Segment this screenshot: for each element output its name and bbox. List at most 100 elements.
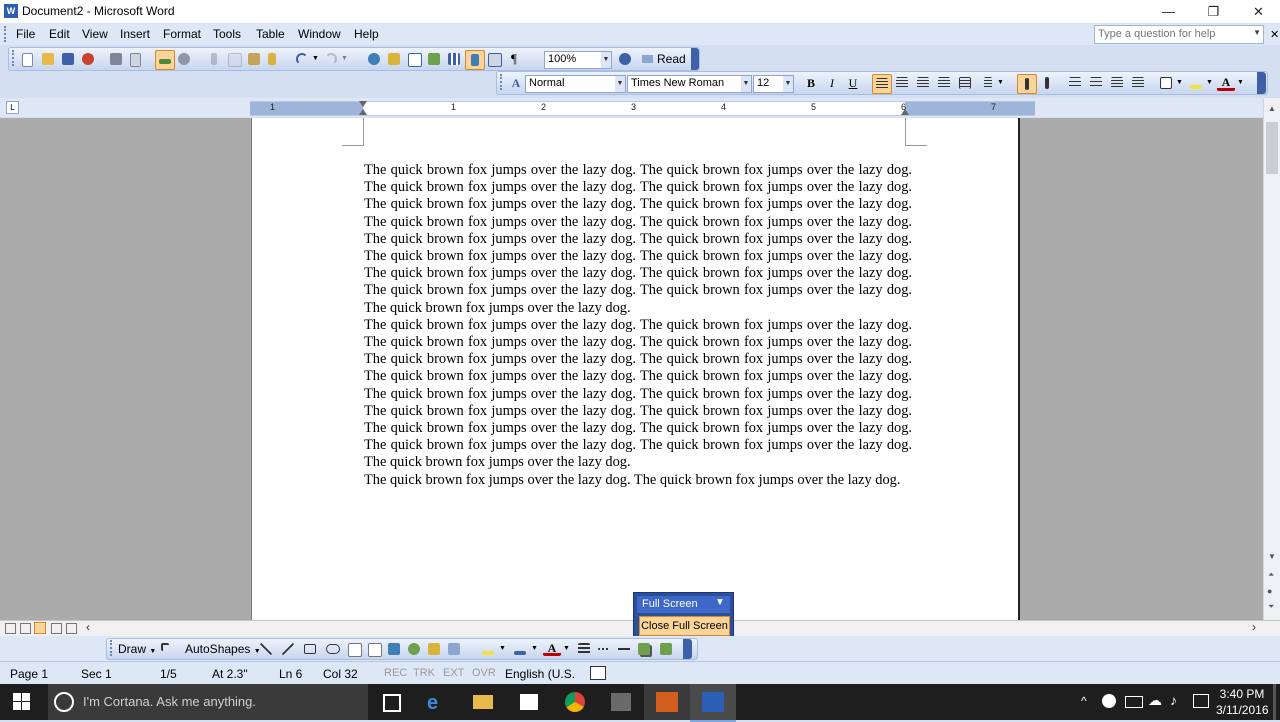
highlight-dropdown-icon[interactable]: ▼ [1206,79,1213,86]
ltr-text-icon[interactable] [1017,74,1037,94]
styles-formatting-icon[interactable]: A [507,74,525,92]
battery-icon[interactable] [1125,696,1143,708]
increase-indent-icon[interactable] [1129,74,1147,92]
menu-table[interactable]: Table [256,27,285,41]
toolbar-options-icon[interactable] [683,639,692,659]
autoshapes-menu-button[interactable]: AutoShapes ▼ [185,642,261,656]
menu-grip[interactable] [4,26,9,42]
format-painter-icon[interactable] [265,50,283,68]
copy-icon[interactable] [225,50,243,68]
close-document-icon[interactable]: ✕ [1270,28,1279,41]
menu-view[interactable]: View [82,27,108,41]
close-button[interactable]: ✕ [1236,0,1280,23]
document-paragraph[interactable]: The quick brown fox jumps over the lazy … [364,472,912,489]
horizontal-ruler[interactable]: 1 1 2 3 4 5 6 7 [250,101,1035,116]
media-app-icon[interactable] [598,684,644,720]
picture-icon[interactable] [445,640,463,658]
powerpoint-icon[interactable] [644,684,690,720]
scroll-down-icon[interactable]: ▼ [1268,552,1276,561]
scroll-up-icon[interactable]: ▲ [1268,104,1276,113]
scroll-thumb[interactable] [1266,122,1278,174]
menu-insert[interactable]: Insert [120,27,150,41]
status-trk[interactable]: TRK [413,667,435,679]
status-rec[interactable]: REC [384,667,407,679]
hyperlink-icon[interactable] [365,50,383,68]
print-icon[interactable] [107,50,125,68]
status-ext[interactable]: EXT [443,667,464,679]
zoom-combo[interactable]: 100% ▼ [544,51,612,69]
fill-color-icon[interactable] [479,640,497,658]
shadow-style-icon[interactable] [635,640,653,658]
clip-art-icon[interactable] [425,640,443,658]
rtl-text-icon[interactable] [1038,74,1056,92]
normal-view-icon[interactable] [5,623,16,634]
font-combo[interactable]: Times New Roman ▼ [627,75,752,93]
diagram-icon[interactable] [405,640,423,658]
tray-app-icon[interactable] [1102,694,1116,708]
previous-page-icon[interactable]: ⏶ [1268,570,1274,580]
draw-menu-button[interactable]: Draw ▼ [118,642,156,656]
chevron-down-icon[interactable]: ▼ [783,76,793,92]
distributed-icon[interactable] [956,74,974,92]
show-hide-icon[interactable]: ¶ [505,50,523,68]
keyboard-icon[interactable] [1193,694,1209,708]
align-center-icon[interactable] [893,74,911,92]
menu-window[interactable]: Window [298,27,341,41]
undo-dropdown-icon[interactable]: ▼ [312,55,319,62]
save-icon[interactable] [59,50,77,68]
bullets-icon[interactable] [1087,74,1105,92]
minimize-button[interactable]: — [1146,0,1191,23]
undo-icon[interactable] [293,50,311,68]
chevron-down-icon[interactable]: ▼ [615,76,625,92]
drawing-icon[interactable] [465,50,485,70]
outline-view-icon[interactable] [51,623,62,634]
italic-button[interactable]: I [823,74,841,92]
menu-help[interactable]: Help [354,27,379,41]
select-browse-object-icon[interactable]: ● [1267,586,1272,596]
redo-dropdown-icon[interactable]: ▼ [341,55,348,62]
help-icon[interactable] [616,50,634,68]
chevron-down-icon[interactable]: ▼ [741,76,751,92]
justify-icon[interactable] [935,74,953,92]
numbering-icon[interactable] [1066,74,1084,92]
word-app-icon[interactable]: W [4,4,18,18]
font-color-icon[interactable]: A [543,639,561,656]
chevron-down-icon[interactable]: ▼ [1253,28,1261,37]
scroll-left-icon[interactable]: ‹ [86,620,90,634]
3d-style-icon[interactable] [657,640,675,658]
tab-selector-icon[interactable]: L [6,101,19,114]
close-full-screen-button[interactable]: Close Full Screen [639,616,730,636]
next-page-icon[interactable]: ⏷ [1268,602,1274,612]
document-paragraph[interactable]: The quick brown fox jumps over the lazy … [364,162,912,317]
word-taskbar-icon[interactable] [690,684,736,722]
menu-edit[interactable]: Edit [49,27,70,41]
document-body[interactable]: The quick brown fox jumps over the lazy … [364,162,912,489]
permission-icon[interactable] [79,50,97,68]
file-explorer-icon[interactable] [460,684,506,720]
clock-time[interactable]: 3:40 PM [1218,687,1266,701]
dash-style-icon[interactable] [595,640,613,658]
document-map-icon[interactable] [485,50,503,68]
font-size-combo[interactable]: 12 ▼ [753,75,794,93]
scroll-right-icon[interactable]: › [1252,620,1256,634]
toolbar-grip[interactable] [12,50,17,66]
insert-excel-icon[interactable] [425,50,443,68]
toolbar-options-icon[interactable] [691,48,699,70]
rectangle-icon[interactable] [301,640,319,658]
line-color-dropdown-icon[interactable]: ▼ [531,645,538,652]
read-button[interactable]: Read [642,51,690,67]
show-hidden-icons[interactable]: ^ [1081,694,1087,708]
print-layout-view-icon[interactable] [34,622,46,634]
line-spacing-icon[interactable] [977,74,995,92]
store-icon[interactable] [506,684,552,720]
new-document-icon[interactable] [19,50,37,68]
task-view-icon[interactable] [368,684,414,720]
line-icon[interactable] [257,640,275,658]
columns-icon[interactable] [445,50,463,68]
menu-format[interactable]: Format [163,27,201,41]
status-ovr[interactable]: OVR [472,667,496,679]
vertical-scrollbar[interactable]: ▲ ▼ ⏶ ● ⏷ [1263,98,1280,620]
font-color-dropdown-icon[interactable]: ▼ [563,645,570,652]
reading-layout-view-icon[interactable] [66,623,77,634]
chevron-down-icon[interactable]: ▼ [715,597,725,608]
